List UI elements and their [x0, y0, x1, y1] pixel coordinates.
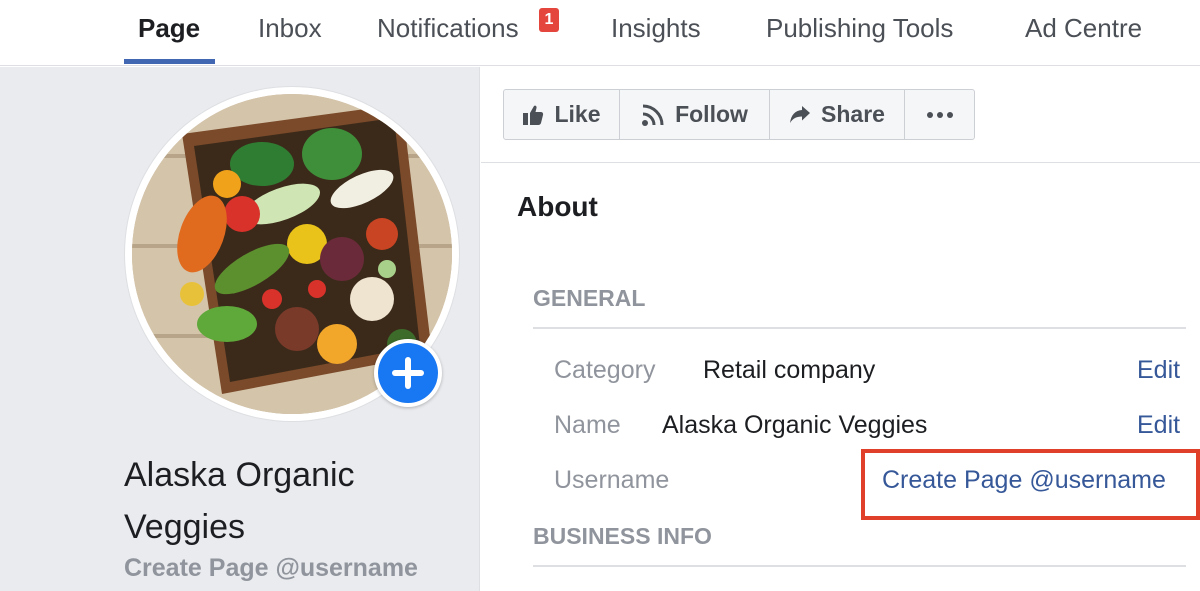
update-profile-picture-button[interactable] [374, 339, 442, 407]
plus-icon [378, 343, 438, 403]
action-button-group: Like Follow Share [503, 89, 975, 140]
tab-insights[interactable]: Insights [611, 0, 701, 66]
profile-sidebar: Alaska Organic Veggies Create Page @user… [0, 67, 480, 591]
follow-label: Follow [675, 101, 748, 127]
name-value: Alaska Organic Veggies [662, 411, 928, 439]
thumbs-up-icon [523, 105, 544, 125]
general-divider [533, 327, 1186, 329]
active-tab-indicator [124, 59, 215, 64]
username-label: Username [554, 466, 670, 494]
create-page-username-link[interactable]: Create Page @username [882, 466, 1166, 495]
notification-count-badge: 1 [539, 8, 559, 32]
page-title: Alaska Organic Veggies [124, 456, 355, 546]
tab-publishing-tools[interactable]: Publishing Tools [766, 0, 953, 66]
tab-notifications[interactable]: Notifications [377, 0, 519, 66]
tab-ad-centre[interactable]: Ad Centre [1025, 0, 1142, 66]
tab-inbox[interactable]: Inbox [258, 0, 322, 66]
edit-name-link[interactable]: Edit [1137, 411, 1180, 440]
follow-button[interactable]: Follow [620, 90, 770, 139]
share-label: Share [821, 101, 885, 127]
like-button[interactable]: Like [504, 90, 620, 139]
page-tab-bar: Page Inbox Notifications 1 Insights Publ… [0, 0, 1200, 66]
create-username-link[interactable]: Create Page @username [124, 554, 418, 583]
business-info-section-label: BUSINESS INFO [533, 523, 712, 549]
about-heading: About [517, 191, 598, 222]
share-button[interactable]: Share [770, 90, 905, 139]
main-content: Like Follow Share About GENERAL Category… [481, 67, 1200, 591]
like-label: Like [554, 101, 601, 127]
category-label: Category [554, 356, 656, 384]
more-dots-icon [926, 111, 953, 118]
business-info-divider [533, 565, 1186, 567]
name-label: Name [554, 411, 621, 439]
edit-category-link[interactable]: Edit [1137, 356, 1180, 385]
rss-icon [642, 104, 664, 126]
share-arrow-icon [790, 105, 811, 123]
category-value: Retail company [703, 356, 876, 384]
tab-page[interactable]: Page [138, 0, 200, 66]
general-section-label: GENERAL [533, 285, 646, 311]
more-options-button[interactable] [905, 90, 974, 139]
page-actions-bar: Like Follow Share [481, 67, 1200, 163]
